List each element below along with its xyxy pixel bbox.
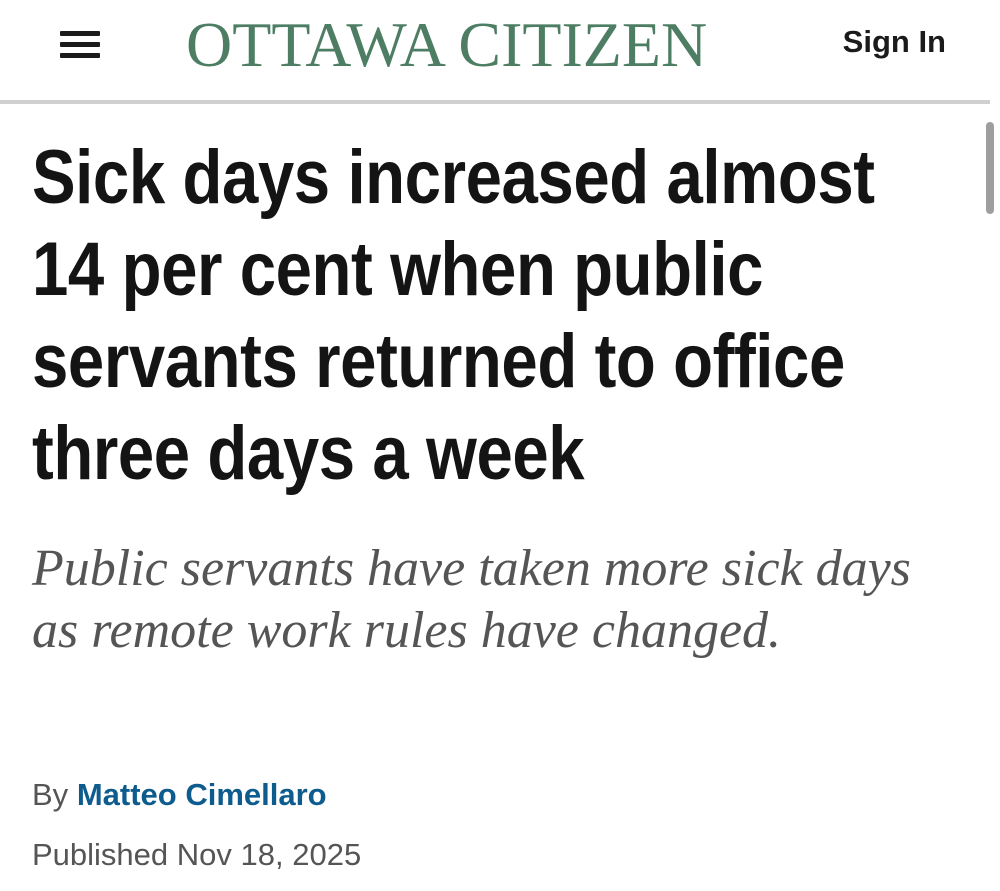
site-header: OTTAWA CITIZEN Sign In (0, 0, 1000, 104)
header-divider (0, 100, 990, 104)
hamburger-menu-icon (60, 31, 100, 36)
author-link[interactable]: Matteo Cimellaro (77, 777, 327, 812)
article-deck: Public servants have taken more sick day… (32, 540, 911, 659)
byline-prefix: By (32, 777, 69, 812)
hamburger-menu-icon-bar (60, 53, 100, 58)
article-headline: Sick days increased almost 14 per cent w… (32, 135, 875, 496)
sign-in-button[interactable]: Sign In (843, 22, 946, 62)
site-logo[interactable]: OTTAWA CITIZEN (186, 10, 796, 80)
scrollbar-thumb[interactable] (986, 122, 994, 214)
published-date: Published Nov 18, 2025 (32, 837, 362, 872)
menu-button[interactable] (54, 22, 106, 66)
byline: By Matteo Cimellaro (32, 774, 327, 816)
hamburger-menu-icon-bar (60, 42, 100, 47)
